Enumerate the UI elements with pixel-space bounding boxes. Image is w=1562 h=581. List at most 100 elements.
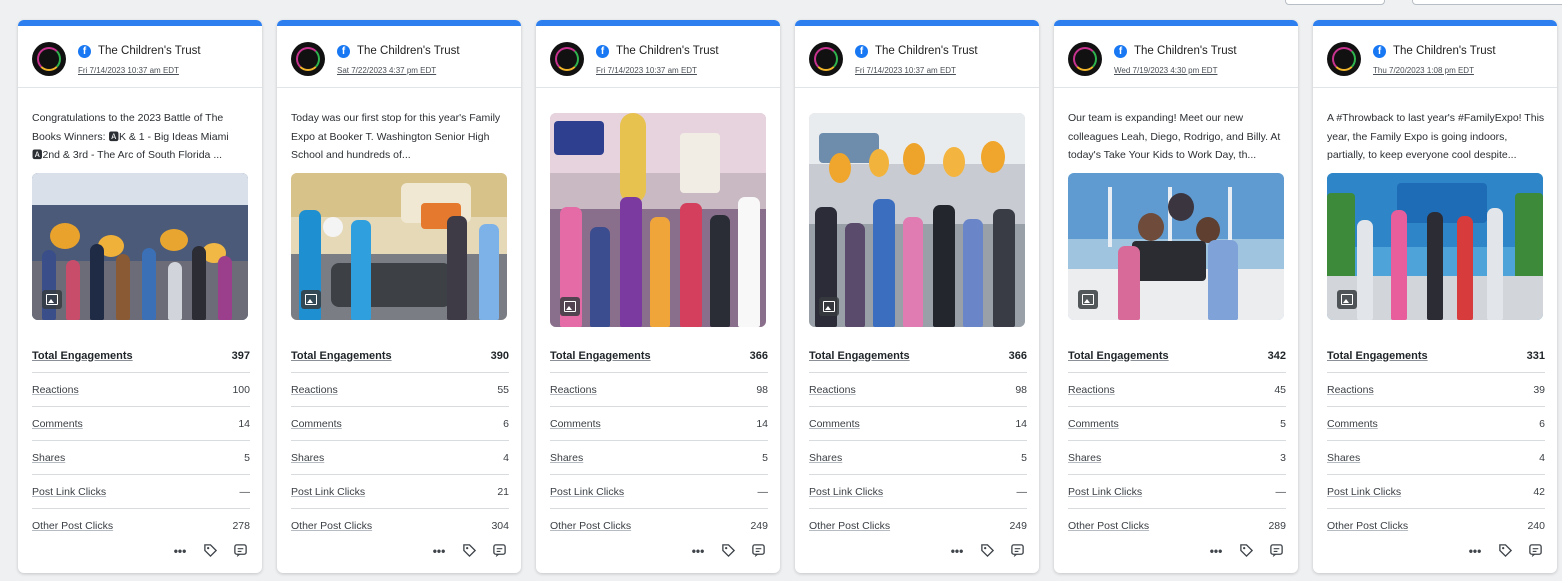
post-image[interactable]: [32, 173, 248, 320]
metric-label[interactable]: Reactions: [550, 384, 597, 396]
metric-label[interactable]: Post Link Clicks: [1327, 486, 1401, 498]
metric-row-shares: Shares 4: [291, 441, 509, 475]
metric-label[interactable]: Post Link Clicks: [1068, 486, 1142, 498]
metric-label[interactable]: Shares: [1068, 452, 1101, 464]
metric-row-reactions: Reactions 98: [809, 373, 1027, 407]
metric-label[interactable]: Other Post Clicks: [550, 520, 631, 532]
metric-label[interactable]: Comments: [1327, 418, 1378, 430]
post-card[interactable]: f The Children's Trust Sat 7/22/2023 4:3…: [277, 20, 521, 573]
metric-label[interactable]: Comments: [32, 418, 83, 430]
tag-icon[interactable]: [720, 543, 736, 559]
metric-row-comments: Comments 14: [809, 407, 1027, 441]
metric-label[interactable]: Reactions: [1327, 384, 1374, 396]
metric-label[interactable]: Shares: [291, 452, 324, 464]
notes-icon[interactable]: [1009, 543, 1025, 559]
metric-value: 14: [1015, 417, 1027, 430]
top-control-left[interactable]: [1285, 0, 1385, 5]
metric-label[interactable]: Post Link Clicks: [291, 486, 365, 498]
metric-label[interactable]: Other Post Clicks: [1327, 520, 1408, 532]
metric-label[interactable]: Total Engagements: [32, 350, 133, 362]
top-control-right[interactable]: [1412, 0, 1562, 5]
account-name[interactable]: The Children's Trust: [357, 45, 460, 57]
more-dots-icon[interactable]: •••: [1208, 543, 1224, 559]
metric-label[interactable]: Shares: [32, 452, 65, 464]
metric-label[interactable]: Reactions: [32, 384, 79, 396]
metric-row-shares: Shares 5: [550, 441, 768, 475]
image-icon: [301, 290, 321, 309]
metric-label[interactable]: Total Engagements: [1327, 350, 1428, 362]
metric-label[interactable]: Reactions: [809, 384, 856, 396]
metric-label[interactable]: Total Engagements: [809, 350, 910, 362]
tag-icon[interactable]: [202, 543, 218, 559]
post-image[interactable]: [1327, 173, 1543, 320]
metric-label[interactable]: Comments: [1068, 418, 1119, 430]
metric-label[interactable]: Post Link Clicks: [32, 486, 106, 498]
metric-label[interactable]: Other Post Clicks: [809, 520, 890, 532]
avatar: [32, 42, 66, 76]
post-date-link[interactable]: Fri 7/14/2023 10:37 am EDT: [855, 66, 956, 75]
notes-icon[interactable]: [1527, 543, 1543, 559]
metric-label[interactable]: Other Post Clicks: [1068, 520, 1149, 532]
account-name[interactable]: The Children's Trust: [875, 45, 978, 57]
account-name[interactable]: The Children's Trust: [98, 45, 201, 57]
metric-label[interactable]: Reactions: [291, 384, 338, 396]
tag-icon[interactable]: [461, 543, 477, 559]
image-icon: [1078, 290, 1098, 309]
metric-label[interactable]: Other Post Clicks: [32, 520, 113, 532]
post-date-link[interactable]: Sat 7/22/2023 4:37 pm EDT: [337, 66, 436, 75]
metric-value: 42: [1533, 485, 1545, 498]
post-image[interactable]: [550, 113, 766, 327]
tag-icon[interactable]: [1497, 543, 1513, 559]
post-image[interactable]: [809, 113, 1025, 327]
metric-row-other-clicks: Other Post Clicks 289: [1068, 509, 1286, 543]
metric-label[interactable]: Shares: [809, 452, 842, 464]
tag-icon[interactable]: [979, 543, 995, 559]
metric-label[interactable]: Reactions: [1068, 384, 1115, 396]
post-date-link[interactable]: Wed 7/19/2023 4:30 pm EDT: [1114, 66, 1217, 75]
metric-row-link-clicks: Post Link Clicks 21: [291, 475, 509, 509]
metric-label[interactable]: Shares: [1327, 452, 1360, 464]
account-name[interactable]: The Children's Trust: [1393, 45, 1496, 57]
more-dots-icon[interactable]: •••: [1467, 543, 1483, 559]
notes-icon[interactable]: [491, 543, 507, 559]
post-image[interactable]: [1068, 173, 1284, 320]
more-dots-icon[interactable]: •••: [690, 543, 706, 559]
post-card[interactable]: f The Children's Trust Fri 7/14/2023 10:…: [18, 20, 262, 573]
notes-icon[interactable]: [232, 543, 248, 559]
metric-label[interactable]: Post Link Clicks: [809, 486, 883, 498]
metric-label[interactable]: Post Link Clicks: [550, 486, 624, 498]
post-date-link[interactable]: Thu 7/20/2023 1:08 pm EDT: [1373, 66, 1474, 75]
account-name[interactable]: The Children's Trust: [1134, 45, 1237, 57]
metric-value: 5: [762, 451, 768, 464]
post-image[interactable]: [291, 173, 507, 320]
metric-label[interactable]: Total Engagements: [1068, 350, 1169, 362]
avatar: [809, 42, 843, 76]
more-dots-icon[interactable]: •••: [172, 543, 188, 559]
metric-label[interactable]: Total Engagements: [291, 350, 392, 362]
post-card[interactable]: f The Children's Trust Fri 7/14/2023 10:…: [795, 20, 1039, 573]
metric-value: 21: [497, 485, 509, 498]
post-card[interactable]: f The Children's Trust Fri 7/14/2023 10:…: [536, 20, 780, 573]
more-dots-icon[interactable]: •••: [431, 543, 447, 559]
post-date-link[interactable]: Fri 7/14/2023 10:37 am EDT: [596, 66, 697, 75]
notes-icon[interactable]: [1268, 543, 1284, 559]
metric-label[interactable]: Comments: [291, 418, 342, 430]
metric-label[interactable]: Comments: [550, 418, 601, 430]
account-name[interactable]: The Children's Trust: [616, 45, 719, 57]
notes-icon[interactable]: [750, 543, 766, 559]
metric-label[interactable]: Other Post Clicks: [291, 520, 372, 532]
metric-value: —: [757, 485, 769, 498]
metric-label[interactable]: Comments: [809, 418, 860, 430]
post-card[interactable]: f The Children's Trust Wed 7/19/2023 4:3…: [1054, 20, 1298, 573]
metric-row-total: Total Engagements 331: [1327, 339, 1545, 373]
post-text: A #Throwback to last year's #FamilyExpo!…: [1327, 112, 1545, 161]
metric-label[interactable]: Shares: [550, 452, 583, 464]
metric-label[interactable]: Total Engagements: [550, 350, 651, 362]
tag-icon[interactable]: [1238, 543, 1254, 559]
post-date-link[interactable]: Fri 7/14/2023 10:37 am EDT: [78, 66, 179, 75]
more-dots-icon[interactable]: •••: [949, 543, 965, 559]
post-header: f The Children's Trust Thu 7/20/2023 1:0…: [1313, 26, 1557, 88]
post-card[interactable]: f The Children's Trust Thu 7/20/2023 1:0…: [1313, 20, 1557, 573]
metric-value: 14: [756, 417, 768, 430]
metric-value: 278: [232, 520, 250, 532]
